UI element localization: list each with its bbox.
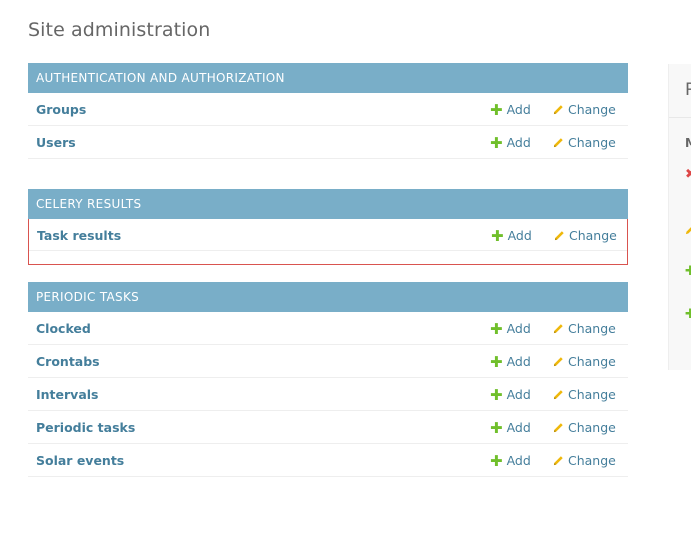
- pencil-icon: [553, 105, 563, 115]
- change-label: Change: [568, 354, 616, 369]
- table-row-solar-events: Solar events ✚ Add Change: [28, 444, 628, 477]
- plus-icon: ✚: [490, 386, 503, 404]
- plus-icon: ✚: [490, 101, 503, 119]
- groups-add-link[interactable]: ✚ Add: [490, 101, 531, 119]
- pencil-icon: [553, 357, 563, 367]
- pencil-icon: [554, 231, 564, 241]
- plus-icon: ✚: [490, 452, 503, 470]
- intervals-link[interactable]: Intervals: [36, 387, 98, 402]
- periodic-tasks-change-link[interactable]: Change: [553, 420, 616, 435]
- add-label: Add: [506, 135, 531, 150]
- users-change-link[interactable]: Change: [553, 135, 616, 150]
- add-label: Add: [506, 354, 531, 369]
- change-label: Change: [568, 135, 616, 150]
- table-row-crontabs: Crontabs ✚ Add Change: [28, 345, 628, 378]
- table-row-task-results: Task results ✚ Add Change: [29, 219, 627, 251]
- plus-icon: ✚: [685, 264, 691, 279]
- recent-actions-panel: R M ✖ ✚ ✚: [668, 64, 691, 370]
- my-actions-heading: M: [685, 136, 691, 150]
- table-row-users: Users ✚ Add Change: [28, 126, 628, 159]
- change-label: Change: [568, 321, 616, 336]
- pencil-icon: [553, 456, 563, 466]
- divider: [669, 117, 691, 118]
- periodic-tasks-link[interactable]: Periodic tasks: [36, 420, 135, 435]
- change-label: Change: [568, 453, 616, 468]
- intervals-add-link[interactable]: ✚ Add: [490, 386, 531, 404]
- plus-icon: ✚: [491, 227, 504, 245]
- table-row-clocked: Clocked ✚ Add Change: [28, 312, 628, 345]
- crontabs-add-link[interactable]: ✚ Add: [490, 353, 531, 371]
- groups-link[interactable]: Groups: [36, 102, 86, 117]
- solar-events-add-link[interactable]: ✚ Add: [490, 452, 531, 470]
- solar-events-change-link[interactable]: Change: [553, 453, 616, 468]
- pencil-icon: [553, 324, 563, 334]
- table-row-groups: Groups ✚ Add Change: [28, 93, 628, 126]
- users-add-link[interactable]: ✚ Add: [490, 134, 531, 152]
- add-label: Add: [507, 228, 532, 243]
- delete-icon: ✖: [685, 167, 691, 182]
- periodic-tasks-add-link[interactable]: ✚ Add: [490, 419, 531, 437]
- solar-events-link[interactable]: Solar events: [36, 453, 124, 468]
- clocked-add-link[interactable]: ✚ Add: [490, 320, 531, 338]
- task-results-link[interactable]: Task results: [37, 228, 121, 243]
- change-label: Change: [568, 387, 616, 402]
- change-label: Change: [569, 228, 617, 243]
- module-periodic-tasks: PERIODIC TASKS Clocked ✚ Add Change Cront…: [28, 282, 628, 477]
- pencil-icon: [553, 390, 563, 400]
- plus-icon: ✚: [490, 320, 503, 338]
- plus-icon: ✚: [685, 307, 691, 322]
- users-link[interactable]: Users: [36, 135, 76, 150]
- table-row-periodic-tasks: Periodic tasks ✚ Add Change: [28, 411, 628, 444]
- add-label: Add: [506, 453, 531, 468]
- pencil-icon: [553, 423, 563, 433]
- clocked-link[interactable]: Clocked: [36, 321, 91, 336]
- change-label: Change: [568, 420, 616, 435]
- module-auth: AUTHENTICATION AND AUTHORIZATION Groups …: [28, 63, 628, 159]
- task-results-add-link[interactable]: ✚ Add: [491, 227, 532, 245]
- pencil-icon: [685, 227, 691, 235]
- selected-row-highlight: Task results ✚ Add Change: [28, 219, 628, 265]
- crontabs-change-link[interactable]: Change: [553, 354, 616, 369]
- page-title: Site administration: [28, 19, 211, 41]
- clocked-change-link[interactable]: Change: [553, 321, 616, 336]
- recent-actions-heading: R: [685, 80, 691, 100]
- admin-page: Site administration AUTHENTICATION AND A…: [0, 0, 691, 546]
- add-label: Add: [506, 387, 531, 402]
- task-results-change-link[interactable]: Change: [554, 228, 617, 243]
- module-header-auth[interactable]: AUTHENTICATION AND AUTHORIZATION: [28, 63, 628, 93]
- add-label: Add: [506, 420, 531, 435]
- change-label: Change: [568, 102, 616, 117]
- module-header-celery-results[interactable]: CELERY RESULTS: [28, 189, 628, 219]
- plus-icon: ✚: [490, 419, 503, 437]
- plus-icon: ✚: [490, 134, 503, 152]
- crontabs-link[interactable]: Crontabs: [36, 354, 100, 369]
- module-celery-results: CELERY RESULTS Task results ✚ Add Change: [28, 189, 628, 265]
- pencil-icon: [553, 138, 563, 148]
- intervals-change-link[interactable]: Change: [553, 387, 616, 402]
- groups-change-link[interactable]: Change: [553, 102, 616, 117]
- add-label: Add: [506, 321, 531, 336]
- add-label: Add: [506, 102, 531, 117]
- plus-icon: ✚: [490, 353, 503, 371]
- table-row-intervals: Intervals ✚ Add Change: [28, 378, 628, 411]
- module-header-periodic-tasks[interactable]: PERIODIC TASKS: [28, 282, 628, 312]
